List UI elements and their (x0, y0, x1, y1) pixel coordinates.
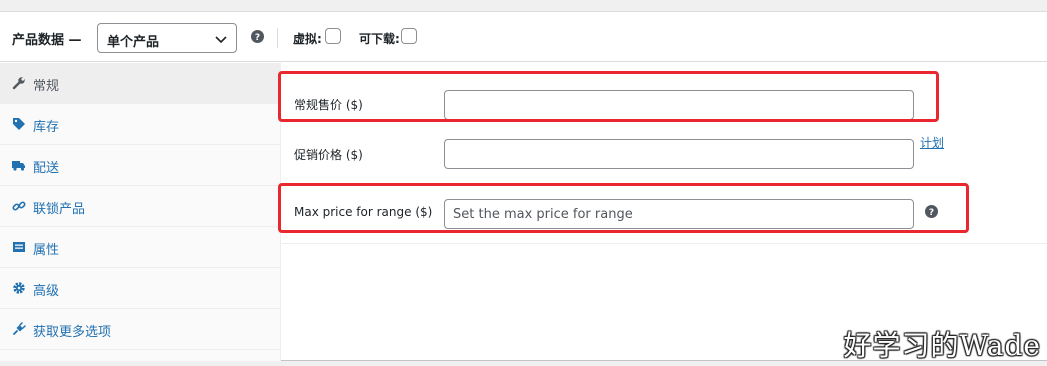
chevron-down-icon (215, 36, 227, 44)
general-panel: 常规售价 ($) 促销价格 ($) 计划 Max price for range… (278, 63, 1047, 361)
plugin-icon (13, 322, 26, 335)
tab-label: 库存 (33, 120, 60, 135)
product-type-select[interactable]: 单个产品 (97, 23, 237, 53)
sale-price-label: 促销价格 ($) (294, 148, 363, 162)
virtual-label: 虚拟: (293, 32, 322, 46)
sale-price-input[interactable] (444, 139, 914, 169)
product-data-header: 产品数据 — 单个产品 ? 虚拟: 可下载: (0, 12, 1047, 62)
help-icon[interactable]: ? (251, 30, 264, 43)
field-divider (282, 243, 1047, 244)
tab-attributes[interactable]: 属性 (0, 227, 281, 268)
tag-icon (13, 118, 25, 130)
virtual-checkbox[interactable] (325, 28, 341, 44)
schedule-link[interactable]: 计划 (920, 134, 944, 151)
tab-linked-products[interactable]: 联锁产品 (0, 186, 281, 227)
product-data-title: 产品数据 — (12, 33, 82, 48)
downloadable-label: 可下载: (359, 32, 400, 46)
watermark: 好学习的Wade (843, 329, 1041, 362)
tab-label: 联锁产品 (33, 202, 86, 217)
tab-label: 常规 (33, 79, 60, 94)
link-icon (12, 201, 26, 211)
svg-text:?: ? (255, 33, 260, 43)
tab-label: 高级 (33, 284, 60, 299)
highlight-box-max-price (278, 183, 969, 233)
product-type-value: 单个产品 (107, 35, 160, 50)
downloadable-checkbox[interactable] (401, 28, 417, 44)
tab-get-more-options[interactable]: 获取更多选项 (0, 309, 281, 350)
gear-icon (13, 282, 25, 294)
tab-label: 获取更多选项 (33, 325, 112, 340)
header-divider (277, 28, 278, 48)
tab-shipping[interactable]: 配送 (0, 145, 281, 186)
wrench-icon (12, 77, 25, 90)
product-data-panel: 产品数据 — 单个产品 ? 虚拟: 可下载: 常规 库存 配送 联锁产品 属性 … (0, 11, 1047, 361)
tab-general[interactable]: 常规 (0, 63, 281, 104)
list-icon (13, 242, 25, 252)
tab-label: 配送 (33, 161, 60, 176)
product-data-tabs: 常规 库存 配送 联锁产品 属性 高级 获取更多选项 (0, 63, 281, 361)
tab-advanced[interactable]: 高级 (0, 268, 281, 309)
tab-label: 属性 (33, 243, 60, 258)
truck-icon (12, 161, 25, 171)
tab-inventory[interactable]: 库存 (0, 104, 281, 145)
highlight-box-regular-price (278, 71, 939, 122)
